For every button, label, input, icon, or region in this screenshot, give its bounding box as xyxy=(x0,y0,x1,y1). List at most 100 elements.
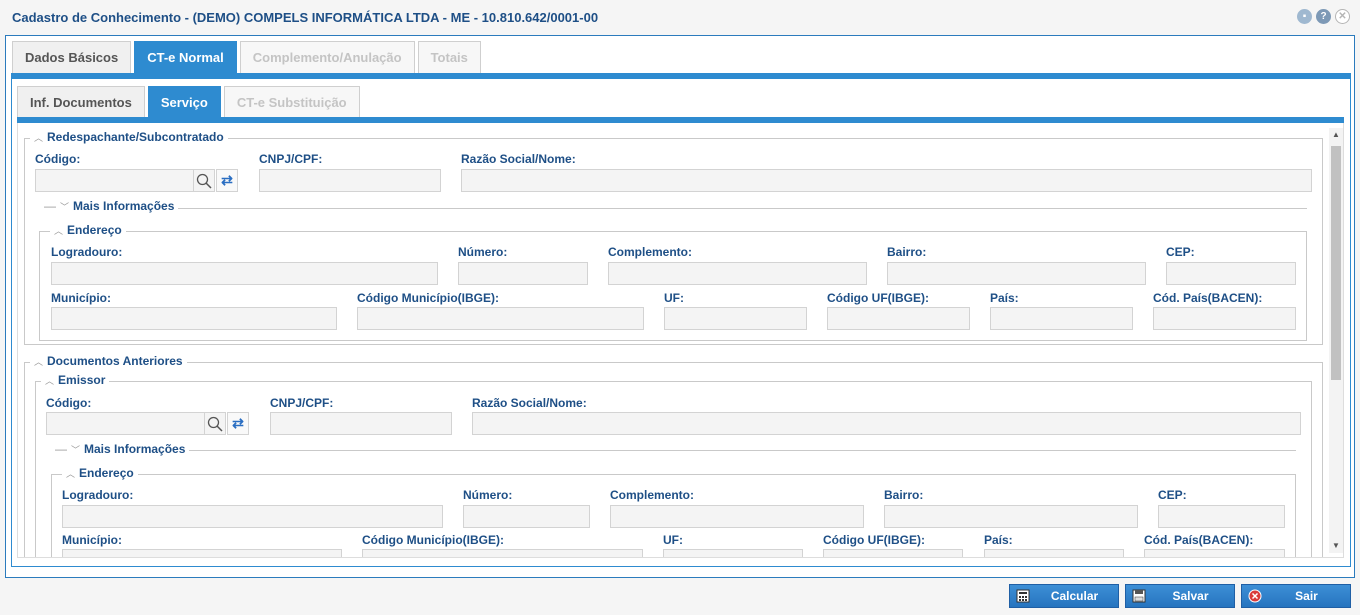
emissor-codigo-label: Código: xyxy=(46,396,92,410)
complemento-input[interactable] xyxy=(608,262,867,285)
emissor-cnpj-input[interactable] xyxy=(270,412,452,435)
scroll-thumb[interactable] xyxy=(1331,146,1341,380)
emissor-uf-label: UF: xyxy=(663,533,683,547)
tab-inf-documentos[interactable]: Inf. Documentos xyxy=(17,86,145,117)
emissor-cod-uf-input[interactable] xyxy=(823,549,963,557)
emissor-complemento-input[interactable] xyxy=(610,505,864,528)
tab-servico[interactable]: Serviço xyxy=(147,86,221,117)
window-title: Cadastro de Conhecimento - (DEMO) COMPEL… xyxy=(12,10,599,25)
title-icons: ▪ ? ✕ xyxy=(1297,9,1350,24)
emissor-mais-info-toggle[interactable]: — ﹀ Mais Informações xyxy=(51,442,190,456)
chevron-up-icon: ︿ xyxy=(54,225,64,236)
mais-info-toggle[interactable]: — ﹀ Mais Informações xyxy=(40,199,179,213)
emissor-search-button[interactable] xyxy=(204,412,226,435)
cod-pais-input[interactable] xyxy=(1153,307,1296,330)
emissor-numero-label: Número: xyxy=(463,488,513,502)
emissor-codigo-input[interactable] xyxy=(46,412,205,435)
save-icon xyxy=(1131,588,1147,604)
emissor-endereco-legend[interactable]: ︿ Endereço xyxy=(62,466,138,480)
emissor-logradouro-label: Logradouro: xyxy=(62,488,134,502)
tab-totais[interactable]: Totais xyxy=(417,41,481,73)
sub-tabs: Inf. Documentos Serviço CT-e Substituiçã… xyxy=(17,86,360,117)
documentos-anteriores-legend[interactable]: ︿ Documentos Anteriores xyxy=(30,354,187,368)
app-window: Cadastro de Conhecimento - (DEMO) COMPEL… xyxy=(0,0,1360,615)
codigo-label: Código: xyxy=(35,152,81,166)
search-button[interactable] xyxy=(193,169,215,192)
cep-input[interactable] xyxy=(1166,262,1296,285)
tab-cte-normal[interactable]: CT-e Normal xyxy=(134,41,237,73)
scroll-down-icon[interactable]: ▼ xyxy=(1329,539,1343,553)
chevron-up-icon: ︿ xyxy=(66,468,76,479)
refresh-button[interactable]: ⇄ xyxy=(216,169,238,192)
emissor-municipio-input[interactable] xyxy=(62,549,342,557)
uf-input[interactable] xyxy=(664,307,807,330)
calcular-label: Calcular xyxy=(1050,589,1099,603)
emissor-pais-input[interactable] xyxy=(984,549,1124,557)
emissor-pais-label: País: xyxy=(984,533,1013,547)
emissor-numero-input[interactable] xyxy=(463,505,590,528)
close-icon[interactable]: ✕ xyxy=(1335,9,1350,24)
chevron-up-icon: ︿ xyxy=(34,356,44,367)
emissor-uf-input[interactable] xyxy=(663,549,803,557)
bairro-input[interactable] xyxy=(887,262,1146,285)
codigo-input[interactable] xyxy=(35,169,194,192)
emissor-cnpj-label: CNPJ/CPF: xyxy=(270,396,334,410)
calculator-icon xyxy=(1015,588,1031,604)
sair-label: Sair xyxy=(1295,589,1318,603)
chevron-up-icon: ︿ xyxy=(45,375,55,386)
scroll-up-icon[interactable]: ▲ xyxy=(1329,128,1343,142)
numero-label: Número: xyxy=(458,245,508,259)
cod-pais-label: Cód. País(BACEN): xyxy=(1153,291,1263,305)
redespachante-legend[interactable]: ︿ Redespachante/Subcontratado xyxy=(30,130,228,144)
emissor-bairro-label: Bairro: xyxy=(884,488,924,502)
logradouro-input[interactable] xyxy=(51,262,438,285)
emissor-cod-pais-label: Cód. País(BACEN): xyxy=(1144,533,1254,547)
cod-uf-input[interactable] xyxy=(827,307,970,330)
chevron-up-icon: ︿ xyxy=(34,132,44,143)
search-icon xyxy=(207,416,223,432)
numero-input[interactable] xyxy=(458,262,588,285)
tab-dados-basicos[interactable]: Dados Básicos xyxy=(12,41,132,73)
pais-input[interactable] xyxy=(990,307,1133,330)
cod-uf-label: Código UF(IBGE): xyxy=(827,291,929,305)
emissor-legend[interactable]: ︿ Emissor xyxy=(41,373,110,387)
cnpj-input[interactable] xyxy=(259,169,441,192)
minimize-icon[interactable]: ▪ xyxy=(1297,9,1312,24)
exit-icon xyxy=(1247,588,1263,604)
vertical-scrollbar[interactable]: ▲ ▼ xyxy=(1329,128,1343,553)
tab-cte-substituicao[interactable]: CT-e Substituição xyxy=(223,86,360,117)
endereco-legend[interactable]: ︿ Endereço xyxy=(50,223,126,237)
mais-info-label: Mais Informações xyxy=(73,199,175,213)
salvar-button[interactable]: Salvar xyxy=(1125,584,1235,608)
emissor-razao-input[interactable] xyxy=(472,412,1301,435)
emissor-cep-input[interactable] xyxy=(1158,505,1285,528)
emissor-mais-info-line xyxy=(51,450,1296,451)
chevron-down-icon: ﹀ xyxy=(71,444,81,455)
help-icon[interactable]: ? xyxy=(1316,9,1331,24)
emissor-endereco-title: Endereço xyxy=(79,466,134,480)
sair-button[interactable]: Sair xyxy=(1241,584,1351,608)
emissor-cep-label: CEP: xyxy=(1158,488,1187,502)
servico-content: ︿ Redespachante/Subcontratado Código: ⇄ … xyxy=(17,123,1344,558)
cep-label: CEP: xyxy=(1166,245,1195,259)
emissor-logradouro-input[interactable] xyxy=(62,505,443,528)
tab-complemento-anulacao[interactable]: Complemento/Anulação xyxy=(239,41,415,73)
razao-label: Razão Social/Nome: xyxy=(461,152,576,166)
razao-input[interactable] xyxy=(461,169,1312,192)
emissor-bairro-input[interactable] xyxy=(884,505,1138,528)
mais-info-line xyxy=(40,208,1307,209)
salvar-label: Salvar xyxy=(1172,589,1209,603)
title-bar: Cadastro de Conhecimento - (DEMO) COMPEL… xyxy=(0,0,1360,34)
uf-label: UF: xyxy=(664,291,684,305)
emissor-refresh-button[interactable]: ⇄ xyxy=(227,412,249,435)
emissor-cod-municipio-input[interactable] xyxy=(362,549,643,557)
emissor-mais-info-label: Mais Informações xyxy=(84,442,186,456)
municipio-input[interactable] xyxy=(51,307,337,330)
cod-municipio-input[interactable] xyxy=(357,307,644,330)
emissor-cod-municipio-label: Código Município(IBGE): xyxy=(362,533,504,547)
pais-label: País: xyxy=(990,291,1019,305)
bairro-label: Bairro: xyxy=(887,245,927,259)
emissor-cod-pais-input[interactable] xyxy=(1144,549,1285,557)
calcular-button[interactable]: Calcular xyxy=(1009,584,1119,608)
emissor-complemento-label: Complemento: xyxy=(610,488,694,502)
